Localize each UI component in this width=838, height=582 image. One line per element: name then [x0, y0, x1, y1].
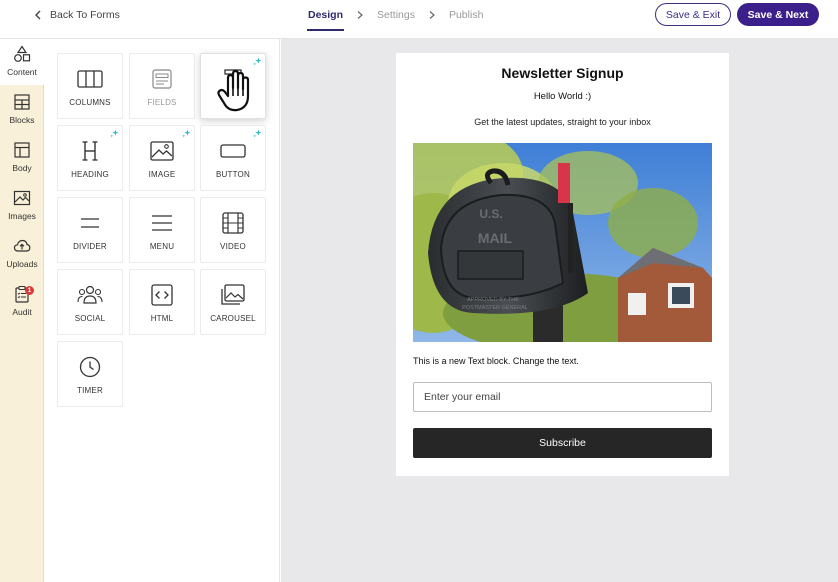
back-to-forms-link[interactable]: Back To Forms	[34, 8, 120, 22]
step-separator	[424, 8, 440, 22]
image-icon	[150, 141, 174, 161]
rail-label: Images	[8, 211, 36, 221]
rail-item-body[interactable]: Body	[0, 135, 44, 181]
audit-count-badge: 1	[25, 286, 34, 295]
tile-menu[interactable]: MENU	[129, 197, 195, 263]
columns-icon	[77, 70, 103, 88]
social-icon	[77, 285, 103, 304]
mailbox-embossed-text: POSTMASTER GENERAL	[462, 305, 528, 311]
tile-html[interactable]: HTML	[129, 269, 195, 335]
rail-item-images[interactable]: Images	[0, 183, 44, 229]
tile-fields[interactable]: FIELDS	[129, 53, 195, 119]
rail-label: Uploads	[6, 259, 38, 269]
tile-label: BUTTON	[216, 170, 250, 179]
tile-label: DIVIDER	[73, 242, 107, 251]
chevron-right-icon	[357, 11, 363, 19]
tile-label: TIMER	[77, 386, 103, 395]
rail-label: Blocks	[9, 115, 35, 125]
video-icon	[222, 212, 244, 234]
shapes-icon	[14, 45, 31, 62]
button-icon	[220, 144, 246, 158]
tile-label: HTML	[150, 314, 174, 323]
sparkle-icon	[253, 129, 262, 138]
tile-social[interactable]: SOCIAL	[57, 269, 123, 335]
step-publish[interactable]: Publish	[448, 9, 484, 21]
form-title[interactable]: Newsletter Signup	[396, 65, 729, 81]
tile-divider[interactable]: DIVIDER	[57, 197, 123, 263]
fields-icon	[152, 69, 172, 89]
save-next-button[interactable]: Save & Next	[737, 3, 819, 26]
image-icon	[13, 190, 31, 206]
mailbox-embossed-text: APPROVED BY THE	[467, 297, 519, 303]
form-subtitle[interactable]: Get the latest updates, straight to your…	[396, 117, 729, 127]
mailbox-embossed-text: U.S.	[479, 207, 502, 221]
tile-label: VIDEO	[220, 242, 246, 251]
rail-item-blocks[interactable]: Blocks	[0, 87, 44, 133]
rail-label: Audit	[12, 307, 32, 317]
tile-label: HEADING	[71, 170, 109, 179]
carousel-icon	[221, 284, 245, 305]
tile-label: FIELDS	[147, 98, 177, 107]
rail-item-content[interactable]: Content	[0, 39, 44, 85]
tile-label: COLUMNS	[69, 98, 111, 107]
sparkle-icon	[110, 129, 119, 138]
rail-label: Content	[7, 67, 37, 77]
cloud-upload-icon	[13, 239, 31, 252]
chevron-right-icon	[429, 11, 435, 19]
form-image-mailbox[interactable]: U.S. MAIL APPROVED BY THE POSTMASTER GEN…	[413, 143, 712, 342]
form-hello-text[interactable]: Hello World :)	[396, 91, 729, 102]
step-design[interactable]: Design	[307, 9, 345, 31]
blocks-icon	[14, 94, 30, 110]
tile-columns[interactable]: COLUMNS	[57, 53, 123, 119]
tile-label: MENU	[149, 242, 175, 251]
sparkle-icon	[182, 129, 191, 138]
mailbox-embossed-text: MAIL	[478, 230, 513, 246]
rail-item-uploads[interactable]: Uploads	[0, 231, 44, 277]
grab-hand-cursor-icon	[217, 69, 250, 112]
rail-label: Body	[12, 163, 32, 173]
divider-icon	[81, 218, 99, 228]
body-layout-icon	[14, 142, 30, 158]
back-to-forms-label: Back To Forms	[50, 9, 120, 21]
tile-video[interactable]: VIDEO	[200, 197, 266, 263]
code-icon	[151, 284, 173, 306]
timer-icon	[79, 356, 101, 378]
subscribe-button[interactable]: Subscribe	[413, 428, 712, 458]
tile-timer[interactable]: TIMER	[57, 341, 123, 407]
tile-heading[interactable]: HEADING	[57, 125, 123, 191]
rail-item-audit[interactable]: 1 Audit	[0, 279, 44, 325]
step-separator	[352, 8, 368, 22]
mailbox-photo: U.S. MAIL APPROVED BY THE POSTMASTER GEN…	[413, 143, 712, 342]
email-input[interactable]	[413, 382, 712, 412]
save-exit-button[interactable]: Save & Exit	[655, 3, 731, 26]
tile-image[interactable]: IMAGE	[129, 125, 195, 191]
tile-label: CAROUSEL	[210, 314, 256, 323]
left-rail: Content Blocks Body Images Uploads 1 Aud…	[0, 39, 44, 582]
form-text-block[interactable]: This is a new Text block. Change the tex…	[413, 356, 579, 366]
sparkle-icon	[253, 57, 262, 66]
chevron-left-icon	[35, 10, 41, 20]
tile-button[interactable]: BUTTON	[200, 125, 266, 191]
tile-carousel[interactable]: CAROUSEL	[200, 269, 266, 335]
step-navigation: Design Settings Publish	[307, 8, 484, 31]
heading-icon	[82, 141, 98, 161]
tile-label: SOCIAL	[74, 314, 106, 323]
top-header: Back To Forms Design Settings Publish Sa…	[0, 0, 838, 39]
tile-label: IMAGE	[148, 170, 176, 179]
menu-icon	[152, 215, 172, 231]
step-settings[interactable]: Settings	[376, 9, 416, 21]
